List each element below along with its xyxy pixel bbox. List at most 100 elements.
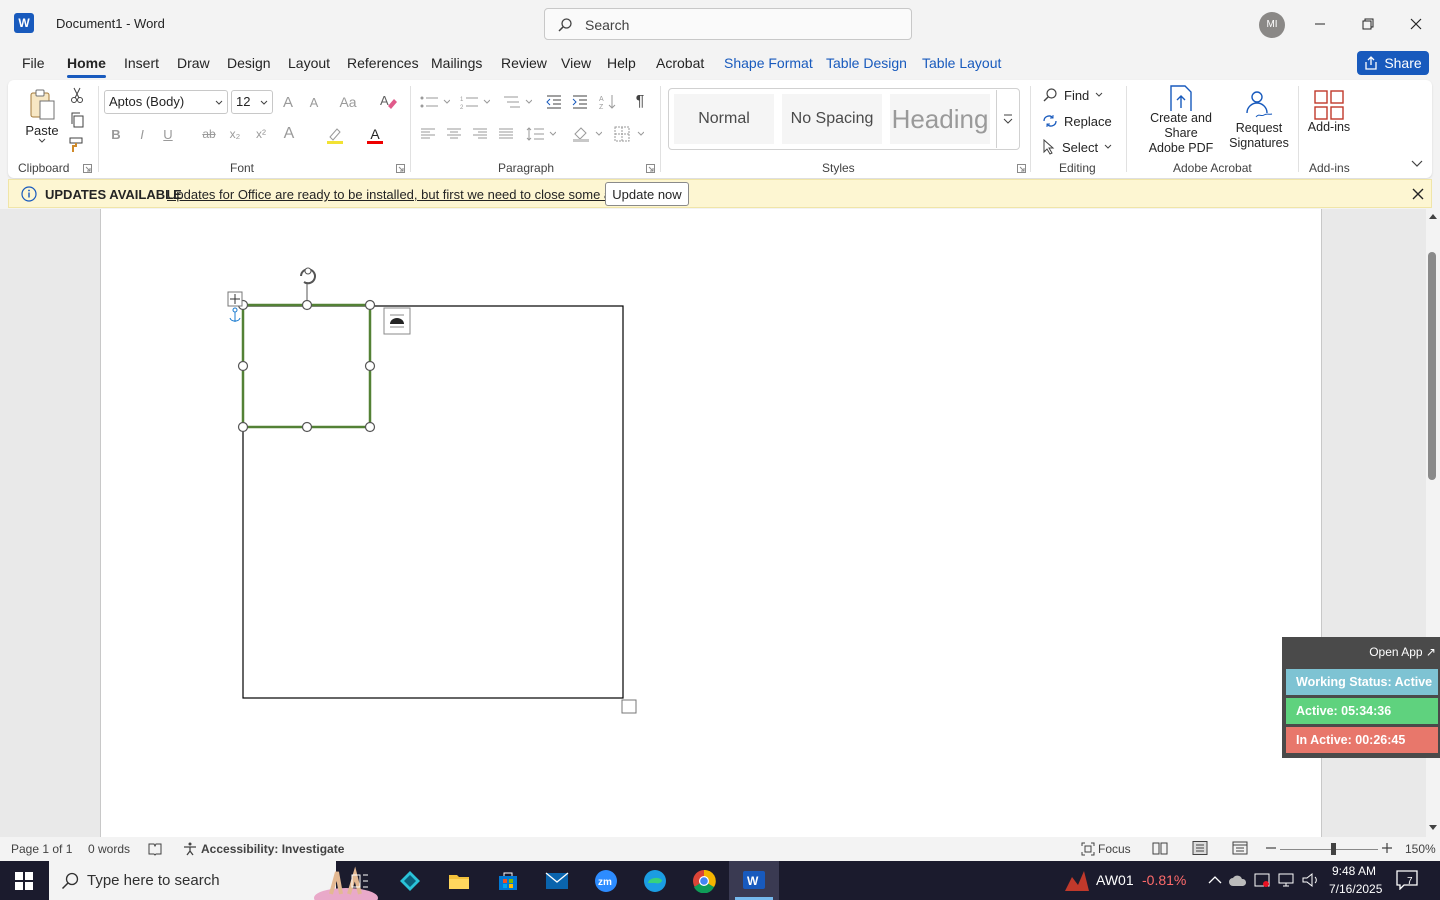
open-app-link[interactable]: Open App ↗ xyxy=(1369,645,1436,659)
layout-options-icon[interactable] xyxy=(383,307,411,335)
align-left-button[interactable] xyxy=(418,124,438,144)
tab-shape-format[interactable]: Shape Format xyxy=(724,55,813,71)
align-center-button[interactable] xyxy=(444,124,464,144)
copy-button[interactable] xyxy=(66,109,88,131)
scroll-up-icon[interactable] xyxy=(1429,213,1437,219)
taskbar-edge[interactable] xyxy=(639,866,671,896)
zoom-in-icon[interactable] xyxy=(1382,843,1392,853)
table-frame[interactable] xyxy=(242,305,624,699)
task-view-button[interactable] xyxy=(344,866,376,896)
add-ins-button[interactable]: Add-ins xyxy=(1304,84,1354,140)
minimize-button[interactable] xyxy=(1296,0,1344,48)
dialog-launcher-icon[interactable] xyxy=(1017,164,1026,173)
tab-acrobat[interactable]: Acrobat xyxy=(656,55,704,71)
web-layout-icon[interactable] xyxy=(1232,841,1248,855)
ribbon-options-button[interactable] xyxy=(1408,156,1426,172)
close-window-button[interactable] xyxy=(1392,0,1440,48)
decrease-indent-button[interactable] xyxy=(544,92,564,112)
create-share-pdf-button[interactable]: Create and Share Adobe PDF xyxy=(1132,84,1230,156)
clock-date[interactable]: 7/16/2025 xyxy=(1329,882,1382,896)
text-effects-button[interactable]: A xyxy=(280,124,298,144)
taskbar-mail[interactable] xyxy=(541,866,573,896)
scroll-down-icon[interactable] xyxy=(1429,825,1437,831)
strikethrough-button[interactable]: ab xyxy=(200,124,218,144)
dialog-launcher-icon[interactable] xyxy=(646,164,655,173)
style-heading[interactable]: Heading xyxy=(890,94,990,144)
tab-insert[interactable]: Insert xyxy=(124,55,159,71)
tab-design[interactable]: Design xyxy=(227,55,271,71)
clock-time[interactable]: 9:48 AM xyxy=(1332,864,1376,878)
taskbar-search-input[interactable]: Type here to search xyxy=(49,861,378,900)
numbering-button[interactable]: 12 xyxy=(458,92,492,112)
italic-button[interactable]: I xyxy=(134,124,150,144)
superscript-button[interactable]: x² xyxy=(252,124,270,144)
format-painter-button[interactable] xyxy=(66,134,88,156)
table-move-icon[interactable] xyxy=(227,291,243,307)
print-layout-icon[interactable] xyxy=(1192,841,1208,855)
dialog-launcher-icon[interactable] xyxy=(396,164,405,173)
paste-button[interactable]: Paste xyxy=(22,84,62,148)
tab-table-layout[interactable]: Table Layout xyxy=(922,55,1001,71)
taskbar-store[interactable] xyxy=(492,866,524,896)
style-normal[interactable]: Normal xyxy=(674,94,774,144)
zoom-out-icon[interactable] xyxy=(1266,843,1276,853)
font-color-button[interactable]: A xyxy=(364,124,386,146)
shading-button[interactable] xyxy=(570,124,604,144)
taskbar-zoom[interactable]: zm xyxy=(590,866,622,896)
dialog-launcher-icon[interactable] xyxy=(83,164,92,173)
focus-button[interactable]: Focus xyxy=(1098,842,1131,856)
taskbar-file-explorer[interactable] xyxy=(443,866,475,896)
volume-icon[interactable] xyxy=(1302,872,1320,888)
tab-help[interactable]: Help xyxy=(607,55,636,71)
network-icon[interactable] xyxy=(1278,872,1296,888)
update-now-button[interactable]: Update now xyxy=(605,182,689,206)
clear-formatting-button[interactable]: A xyxy=(378,91,398,111)
font-name-dropdown[interactable]: Aptos (Body) xyxy=(104,90,228,114)
zoom-level[interactable]: 150% xyxy=(1405,842,1436,856)
shape-resize-handles[interactable] xyxy=(237,299,376,433)
security-icon[interactable] xyxy=(1254,872,1270,888)
underline-button[interactable]: U xyxy=(160,124,176,144)
borders-button[interactable] xyxy=(612,124,646,144)
read-mode-icon[interactable] xyxy=(1152,841,1168,855)
show-paragraph-marks-button[interactable]: ¶ xyxy=(630,92,650,112)
grow-font-button[interactable]: A xyxy=(278,92,298,112)
selected-shape[interactable] xyxy=(241,303,372,429)
proofing-icon[interactable] xyxy=(148,842,162,856)
word-count[interactable]: 0 words xyxy=(88,842,130,856)
select-button[interactable]: Select xyxy=(1042,136,1114,158)
styles-more-button[interactable] xyxy=(996,90,1018,148)
align-right-button[interactable] xyxy=(470,124,490,144)
tab-file[interactable]: File xyxy=(22,55,45,71)
request-signatures-button[interactable]: Request Signatures xyxy=(1229,84,1289,156)
increase-indent-button[interactable] xyxy=(570,92,590,112)
line-spacing-button[interactable] xyxy=(524,124,558,144)
tab-draw[interactable]: Draw xyxy=(177,55,210,71)
cut-button[interactable] xyxy=(66,84,88,106)
avatar[interactable]: MI xyxy=(1259,12,1285,38)
bold-button[interactable]: B xyxy=(108,124,124,144)
find-button[interactable]: Find xyxy=(1042,84,1114,106)
multilevel-list-button[interactable] xyxy=(500,92,534,112)
share-button[interactable]: Share xyxy=(1357,51,1429,75)
font-size-dropdown[interactable]: 12 xyxy=(231,90,273,114)
table-resize-handle[interactable] xyxy=(621,699,637,714)
tab-view[interactable]: View xyxy=(561,55,591,71)
zoom-slider[interactable] xyxy=(1280,849,1378,850)
start-button[interactable] xyxy=(8,866,40,896)
search-input[interactable]: Search xyxy=(544,8,912,40)
accessibility-status[interactable]: Accessibility: Investigate xyxy=(201,842,344,856)
tab-table-design[interactable]: Table Design xyxy=(826,55,907,71)
zoom-slider-thumb[interactable] xyxy=(1331,843,1336,855)
taskbar-word-active[interactable]: W xyxy=(729,861,779,900)
chevron-up-icon[interactable] xyxy=(1208,875,1222,885)
tab-references[interactable]: References xyxy=(347,55,419,71)
update-message-link[interactable]: Updates for Office are ready to be insta… xyxy=(167,187,636,202)
taskbar-chrome[interactable] xyxy=(688,866,720,896)
rotate-handle-icon[interactable] xyxy=(300,267,316,305)
subscript-button[interactable]: x₂ xyxy=(226,124,244,144)
bullets-button[interactable] xyxy=(418,92,452,112)
onedrive-icon[interactable] xyxy=(1229,873,1247,887)
tab-home[interactable]: Home xyxy=(67,55,106,78)
tab-layout[interactable]: Layout xyxy=(288,55,330,71)
